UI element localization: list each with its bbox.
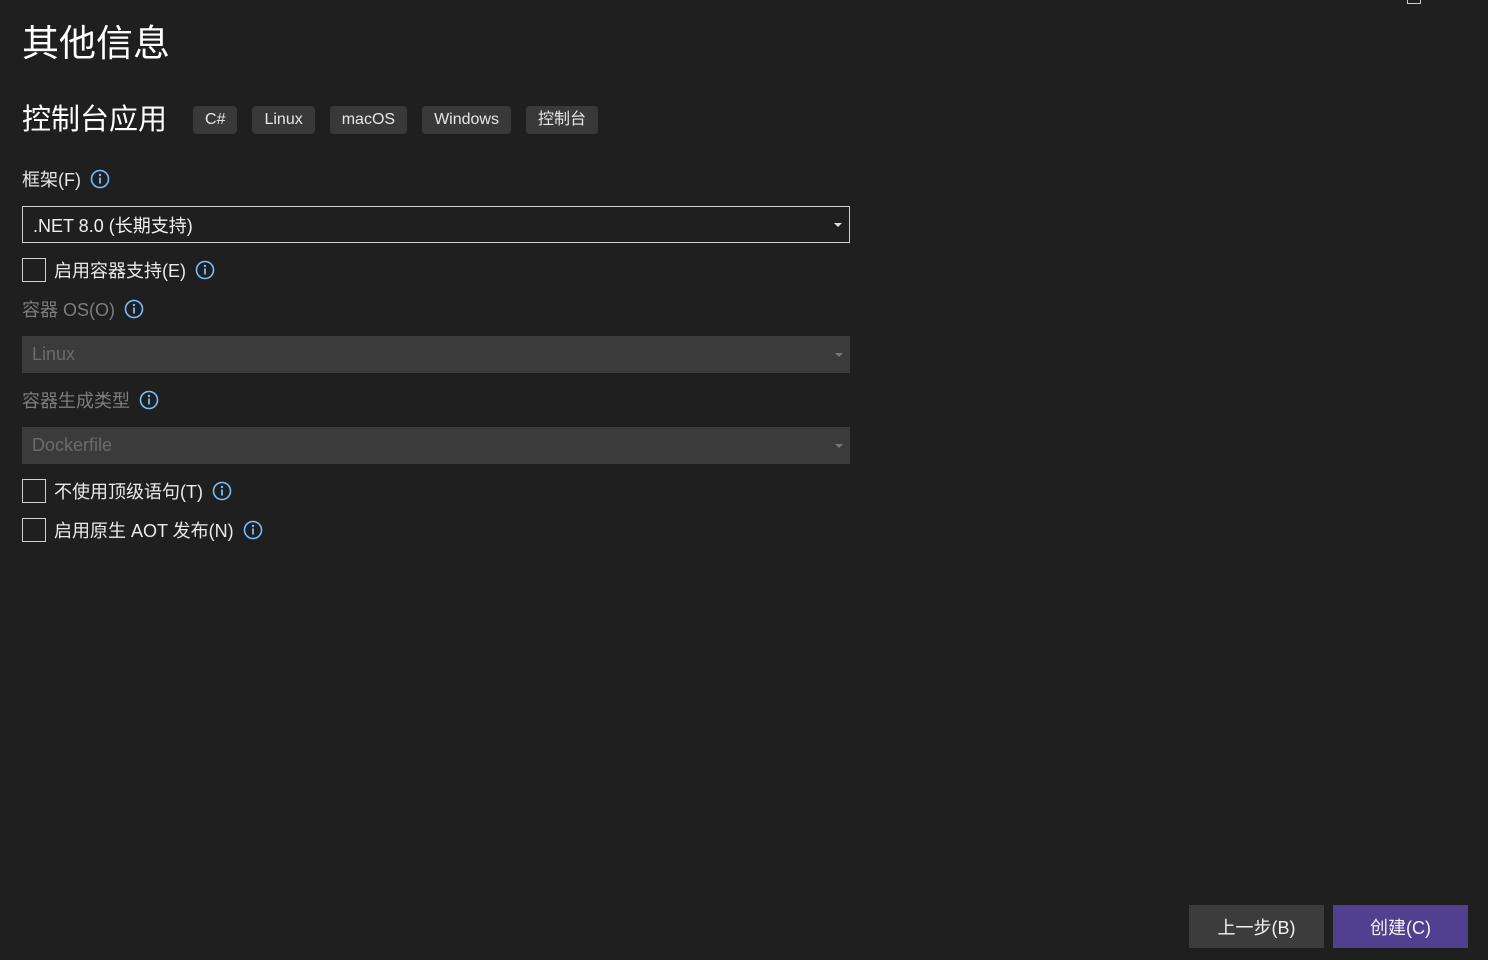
container-os-label-row: 容器 OS(O) — [22, 296, 144, 322]
container-build-type-label: 容器生成类型 — [22, 391, 130, 411]
container-support-label[interactable]: 启用容器支持(E) — [54, 257, 186, 283]
info-circle-icon[interactable] — [124, 299, 144, 319]
back-button[interactable]: 上一步(B) — [1189, 905, 1324, 948]
container-os-label: 容器 OS(O) — [22, 300, 115, 320]
tag-console: 控制台 — [525, 106, 598, 134]
dialog-root: 其他信息 控制台应用 C# Linux macOS Windows 控制台 框架… — [0, 0, 1488, 960]
page-title: 其他信息 — [22, 23, 170, 64]
tag-linux: Linux — [252, 106, 315, 134]
info-circle-icon[interactable] — [139, 390, 159, 410]
tag-macos: macOS — [329, 106, 408, 134]
info-circle-icon[interactable] — [195, 260, 215, 280]
maximize-icon[interactable] — [1407, 0, 1421, 4]
chevron-down-icon — [835, 352, 843, 357]
container-build-type-select-value: Dockerfile — [32, 435, 113, 455]
close-icon[interactable] — [1466, 0, 1482, 7]
no-top-level-statements-label[interactable]: 不使用顶级语句(T) — [54, 478, 203, 504]
container-build-type-label-row: 容器生成类型 — [22, 387, 159, 413]
framework-label: 框架(F) — [22, 170, 81, 190]
native-aot-label[interactable]: 启用原生 AOT 发布(N) — [54, 517, 234, 543]
chevron-down-icon — [834, 222, 842, 227]
template-name: 控制台应用 — [22, 104, 168, 136]
no-top-level-statements-checkbox[interactable] — [22, 479, 46, 503]
container-os-select: Linux — [22, 336, 850, 373]
framework-select[interactable]: .NET 8.0 (长期支持) — [22, 206, 850, 243]
tag-windows: Windows — [422, 106, 511, 134]
container-support-checkbox[interactable] — [22, 258, 46, 282]
native-aot-checkbox[interactable] — [22, 518, 46, 542]
container-support-row: 启用容器支持(E) — [22, 257, 215, 283]
framework-label-row: 框架(F) — [22, 166, 110, 192]
container-build-type-select: Dockerfile — [22, 427, 850, 464]
info-circle-icon[interactable] — [90, 169, 110, 189]
create-button[interactable]: 创建(C) — [1333, 905, 1468, 948]
container-os-select-value: Linux — [32, 344, 76, 364]
info-circle-icon[interactable] — [212, 481, 232, 501]
template-header: 控制台应用 C# Linux macOS Windows 控制台 — [22, 100, 613, 140]
info-circle-icon[interactable] — [243, 520, 263, 540]
no-top-level-statements-row: 不使用顶级语句(T) — [22, 478, 232, 504]
tag-csharp: C# — [193, 106, 238, 134]
native-aot-row: 启用原生 AOT 发布(N) — [22, 517, 263, 543]
chevron-down-icon — [835, 443, 843, 448]
framework-select-value: .NET 8.0 (长期支持) — [33, 215, 193, 236]
